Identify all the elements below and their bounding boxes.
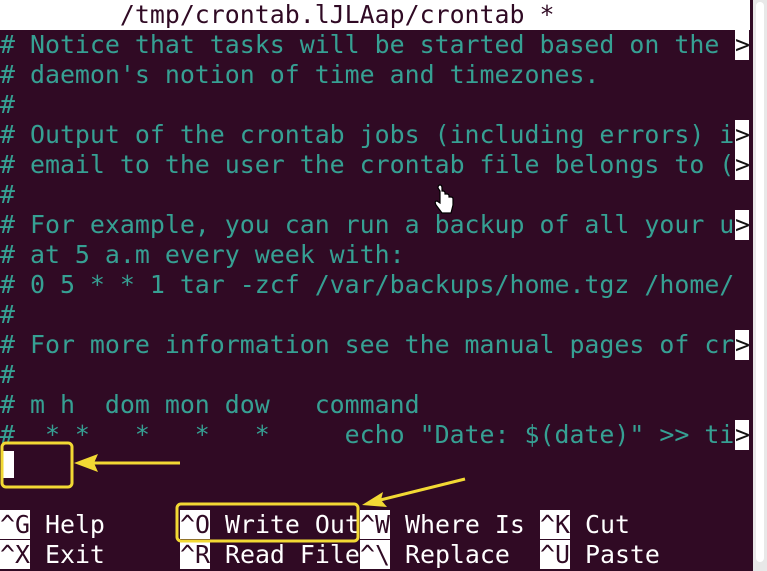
shortcut-key: ^R — [180, 540, 210, 569]
editor-line[interactable]: # m h dom mon dow command — [0, 390, 420, 420]
shortcut-label: Help — [29, 510, 105, 539]
shortcut-paste[interactable]: ^U Paste — [540, 540, 660, 570]
shortcut-key: ^X — [0, 540, 30, 569]
editor-line[interactable]: # at 5 a.m every week with: — [0, 240, 405, 270]
shortcut-label: Where Is — [389, 510, 525, 539]
editor-line[interactable]: # Output of the crontab jobs (including … — [0, 120, 734, 150]
text-cursor — [3, 451, 14, 478]
editor-line[interactable]: # For example, you can run a backup of a… — [0, 210, 734, 240]
shortcut-cut[interactable]: ^K Cut — [540, 510, 630, 540]
editor-line[interactable]: # email to the user the crontab file bel… — [0, 150, 734, 180]
shortcut-key: ^W — [360, 510, 390, 539]
shortcut-label: Write Out — [209, 510, 360, 539]
editor-line[interactable]: # * * * * * echo "Date: $(date)" >> ti — [0, 420, 734, 450]
editor-line[interactable]: # daemon's notion of time and timezones. — [0, 60, 599, 90]
shortcut-label: Exit — [29, 540, 105, 569]
scrollbar-thumb[interactable] — [756, 2, 764, 562]
arrow-to-write-out — [371, 477, 466, 504]
editor-line[interactable]: # Notice that tasks will be started base… — [0, 30, 734, 60]
shortcut-where-is[interactable]: ^W Where Is — [360, 510, 525, 540]
shortcut-label: Read File — [209, 540, 360, 569]
editor-title-bar: /tmp/crontab.lJLAap/crontab * — [0, 0, 750, 30]
shortcut-label: Replace — [389, 540, 510, 569]
editor-line[interactable]: # 0 5 * * 1 tar -zcf /var/backups/home.t… — [0, 270, 734, 300]
arrow-head-icon — [362, 492, 387, 507]
hand-pointer-icon — [434, 184, 454, 214]
shortcut-key: ^\ — [360, 540, 390, 569]
shortcut-exit[interactable]: ^X Exit — [0, 540, 105, 570]
shortcut-key: ^U — [540, 540, 570, 569]
shortcut-replace[interactable]: ^\ Replace — [360, 540, 510, 570]
line-truncated-marker: > — [735, 30, 750, 60]
shortcut-write-out[interactable]: ^O Write Out — [180, 510, 360, 540]
line-truncated-marker: > — [735, 210, 750, 240]
shortcut-key: ^O — [180, 510, 210, 539]
shortcut-label: Paste — [569, 540, 660, 569]
editor-line[interactable]: # — [0, 90, 15, 120]
editor-line[interactable]: # — [0, 180, 15, 210]
line-truncated-marker: > — [735, 420, 750, 450]
shortcut-help[interactable]: ^G Help — [0, 510, 105, 540]
editor-line[interactable]: # For more information see the manual pa… — [0, 330, 734, 360]
line-truncated-marker: > — [735, 120, 750, 150]
shortcut-label: Cut — [569, 510, 630, 539]
line-truncated-marker: > — [735, 150, 750, 180]
line-truncated-marker: > — [735, 330, 750, 360]
shortcut-key: ^G — [0, 510, 30, 539]
shortcut-read-file[interactable]: ^R Read File — [180, 540, 360, 570]
editor-line[interactable]: # — [0, 360, 15, 390]
editor-line[interactable]: # — [0, 300, 15, 330]
shortcut-key: ^K — [540, 510, 570, 539]
arrow-head-icon — [74, 454, 98, 472]
